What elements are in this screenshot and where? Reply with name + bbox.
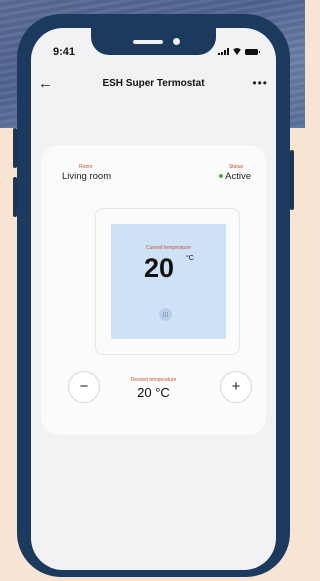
page-title: ESH Super Termostat xyxy=(102,78,205,89)
current-temperature-value: 20 xyxy=(144,253,175,283)
status-value: Active xyxy=(219,171,251,182)
more-options-icon[interactable]: ••• xyxy=(252,75,268,91)
wifi-icon xyxy=(232,48,242,55)
status-dot-icon xyxy=(219,174,224,179)
signal-icon xyxy=(218,48,229,55)
temperature-display: Current temperature 20 °C xyxy=(111,224,226,339)
thermostat-device: Current temperature 20 °C xyxy=(95,208,240,355)
increase-temperature-button[interactable]: + xyxy=(220,371,252,403)
speaker-bar xyxy=(133,40,163,44)
room-label: Room xyxy=(79,164,93,170)
heating-icon xyxy=(159,308,172,321)
camera-dot xyxy=(173,38,180,45)
thermostat-card: Room Living room Status Active Current t… xyxy=(41,145,266,435)
status-time: 9:41 xyxy=(53,46,76,58)
phone-frame: 9:41 ← ESH Super Termostat ••• Room Livi… xyxy=(17,14,290,577)
current-temperature-unit: °C xyxy=(186,255,194,262)
room-value: Living room xyxy=(62,171,112,182)
phone-power-button xyxy=(290,150,294,210)
battery-icon xyxy=(245,49,260,55)
app-header: ← ESH Super Termostat ••• xyxy=(31,75,276,95)
status-label: Status xyxy=(228,164,243,170)
current-temperature-label: Current temperature xyxy=(145,245,192,251)
app-screen: 9:41 ← ESH Super Termostat ••• Room Livi… xyxy=(31,28,276,570)
status-icons xyxy=(218,48,260,55)
phone-notch xyxy=(91,28,216,55)
status-text: Active xyxy=(225,171,251,182)
